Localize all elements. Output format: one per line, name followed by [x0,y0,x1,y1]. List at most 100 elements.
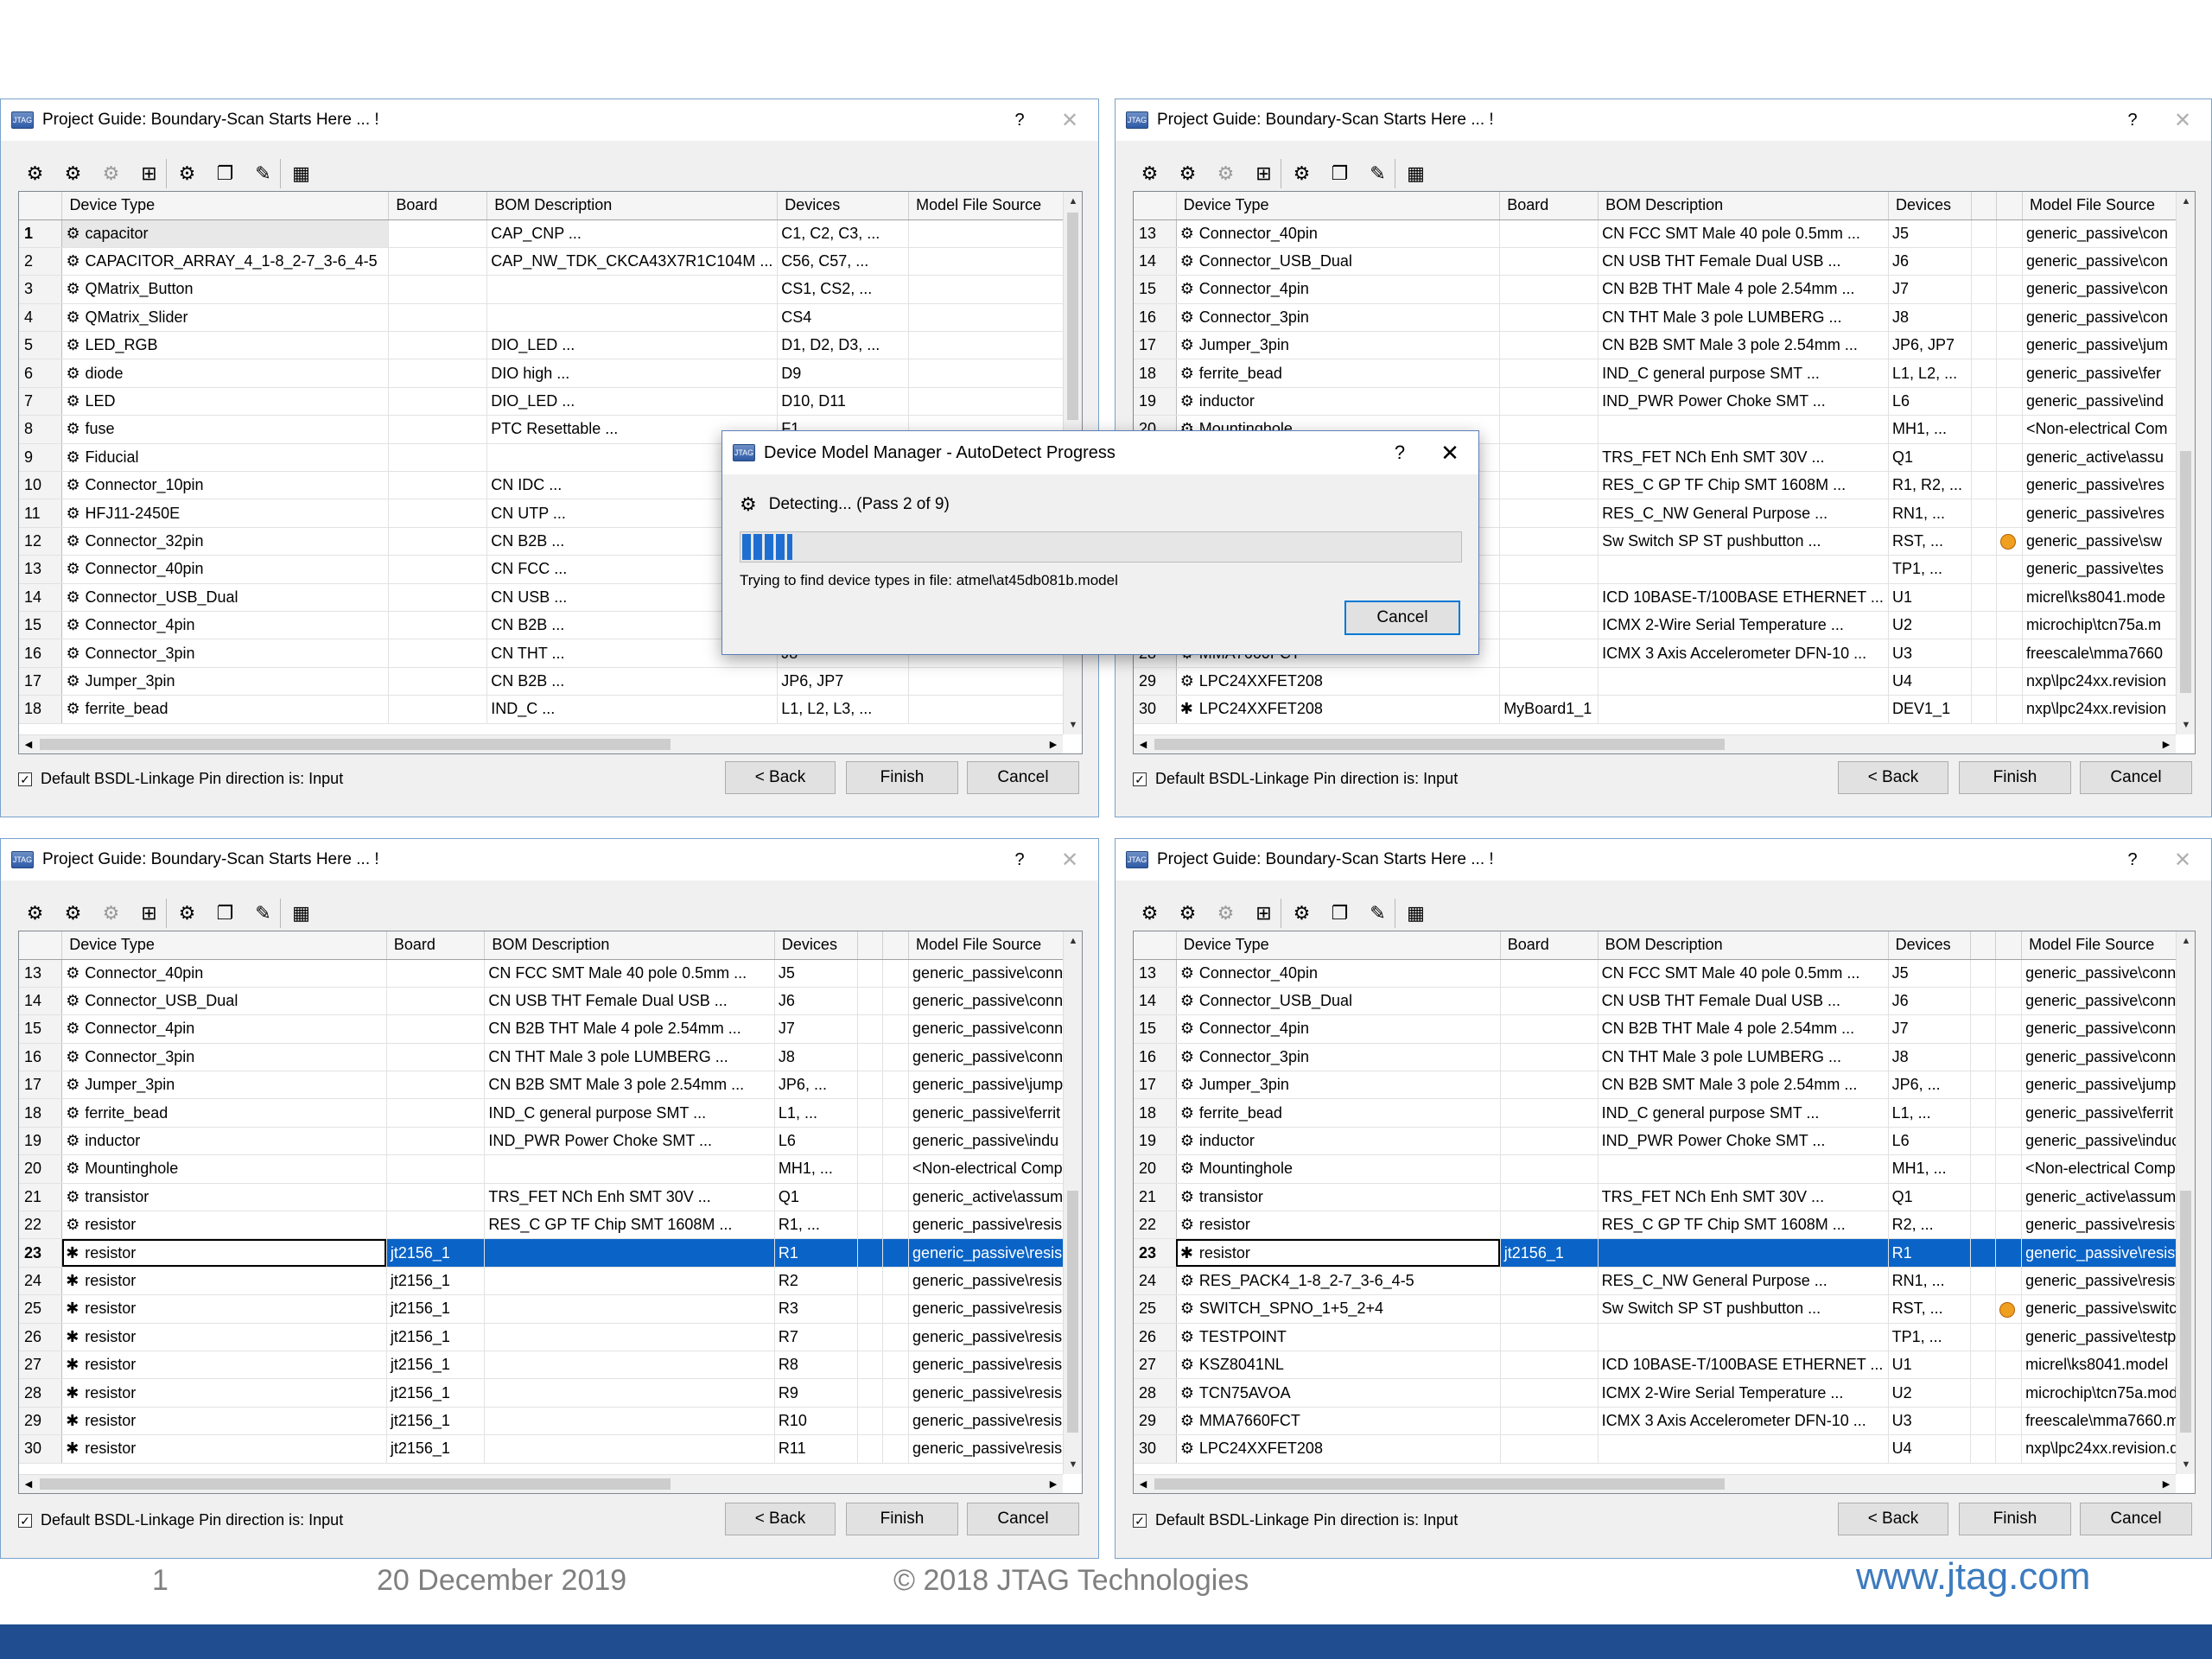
board-cell[interactable]: jt2156_1 [386,1407,486,1436]
device-type-cell[interactable]: ⚙ inductor [1176,387,1501,416]
devices-cell[interactable]: J8 [774,1043,858,1072]
model-cell[interactable]: microchip\tcn75a.mod [2021,1378,2195,1408]
table-row[interactable]: 30 ✱ resistor jt2156_1 R11 generic_passive\re… [19,1434,1082,1464]
col-device-type-header[interactable]: Device Type [61,931,387,960]
model-cell[interactable] [908,247,1082,276]
board-cell[interactable] [1500,1183,1599,1212]
board-cell[interactable]: jt2156_1 [386,1238,486,1268]
col-board-header[interactable]: Board [1499,192,1599,220]
table-row[interactable]: 30 ✱ LPC24XXFET208 MyBoard1_1 DEV1_1 nxp\lpc2… [1134,695,2195,724]
board-cell[interactable] [1499,639,1599,668]
table-row[interactable]: 20 ⚙ Mountinghole MH1, ... <Non-electrical C… [1134,1154,2195,1184]
device-type-cell[interactable]: ⚙ Connector_32pin [61,527,390,556]
bom-cell[interactable]: IND_C general purpose SMT ... [1598,359,1890,388]
scroll-thumb[interactable] [1067,1191,1078,1433]
devices-cell[interactable]: R11 [774,1434,858,1464]
bom-cell[interactable]: RES_C_NW General Purpose ... [1598,499,1890,528]
bom-cell[interactable]: IND_C general purpose SMT ... [1598,1098,1889,1128]
board-cell[interactable] [1500,1323,1599,1351]
bsdl-direction-checkbox[interactable]: ✓ Default BSDL-Linkage Pin direction is: … [1133,770,1458,788]
board-cell[interactable] [1499,583,1599,612]
board-cell[interactable] [1500,1014,1599,1044]
table-row[interactable]: 18 ⚙ ferrite_bead IND_C general purpose SMT… [19,1098,1082,1128]
copy-model-icon[interactable]: ❐ [1323,159,1357,188]
table-row[interactable]: 23 ✱ resistor jt2156_1 R1 generic_passive\res… [19,1238,1082,1268]
board-cell[interactable] [1499,387,1599,416]
table-row[interactable]: 2 ⚙ CAPACITOR_ARRAY_4_1-8_2-7_3-6_4-5 CAP_N… [19,247,1082,276]
bom-cell[interactable] [484,1238,775,1268]
dialog-help-button[interactable]: ? [1378,442,1421,464]
devices-cell[interactable]: CS1, CS2, ... [777,275,910,304]
devices-cell[interactable]: U2 [1888,1378,1971,1408]
devices-cell[interactable]: L6 [774,1127,858,1156]
bom-cell[interactable] [484,1294,775,1324]
device-type-cell[interactable]: ✱ resistor [61,1294,387,1324]
devices-cell[interactable]: JP6, ... [1888,1071,1971,1100]
model-cell[interactable]: generic_passive\induc [2021,1127,2195,1156]
bom-cell[interactable]: CN FCC SMT Male 40 pole 0.5mm ... [484,959,775,988]
model-cell[interactable] [908,275,1082,304]
device-type-cell[interactable]: ⚙ Connector_4pin [61,611,390,640]
device-type-cell[interactable]: ⚙KSZ8041NL [1176,1351,1501,1380]
close-button[interactable]: ✕ [2154,848,2211,873]
board-cell[interactable] [1499,415,1599,444]
device-type-cell[interactable]: ⚙resistor [1176,1211,1501,1240]
device-type-cell[interactable]: ⚙ LED [61,387,390,416]
bom-cell[interactable]: RES_C GP TF Chip SMT 1608M ... [484,1211,775,1240]
table-row[interactable]: 15 ⚙ Connector_4pin CN B2B THT Male 4 pole … [1134,1014,2195,1044]
model-cell[interactable]: generic_passive\resist [2021,1211,2195,1240]
device-type-cell[interactable]: ✱ resistor [61,1351,387,1380]
devices-cell[interactable]: R1 [1888,1238,1971,1268]
board-cell[interactable] [1499,219,1599,248]
table-row[interactable]: 16 ⚙ Connector_3pin CN THT Male 3 pole LUMB… [1134,303,2195,333]
device-type-cell[interactable]: ⚙ Jumper_3pin [61,667,390,696]
bom-cell[interactable]: ICMX 2-Wire Serial Temperature ... [1598,611,1890,640]
board-cell[interactable] [1500,1127,1599,1156]
bom-cell[interactable] [484,1407,775,1436]
device-type-cell[interactable]: ⚙ Connector_4pin [1176,1014,1501,1044]
devices-cell[interactable]: J6 [774,987,858,1016]
dialog-cancel-button[interactable]: Cancel [1344,601,1460,635]
model-cell[interactable]: generic_active\assu [2022,443,2195,473]
table-row[interactable]: 13 ⚙ Connector_40pin CN FCC SMT Male 40 pol… [1134,219,2195,248]
board-cell[interactable] [1499,499,1599,528]
board-cell[interactable] [1500,1043,1599,1072]
model-cell[interactable]: generic_passive\conn [908,987,1082,1016]
tree-icon[interactable]: ⊞ [132,899,167,928]
remove-device-icon[interactable]: ⚙ [94,899,129,928]
model-cell[interactable]: generic_passive\ferrit [2021,1098,2195,1128]
col-bom-header[interactable]: BOM Description [486,192,779,220]
bom-cell[interactable]: CAP_CNP ... [486,219,779,248]
device-type-cell[interactable]: ⚙ Connector_USB_Dual [61,583,390,612]
device-type-cell[interactable]: ⚙ fuse [61,415,390,444]
table-row[interactable]: 3 ⚙ QMatrix_Button CS1, CS2, ... [19,275,1082,304]
tree-icon[interactable]: ⊞ [132,159,167,188]
board-cell[interactable]: jt2156_1 [386,1323,486,1351]
bom-cell[interactable]: CN THT Male 3 pole LUMBERG ... [1598,1043,1889,1072]
model-cell[interactable]: micrel\ks8041.model [2021,1351,2195,1380]
table-row[interactable]: 16 ⚙ Connector_3pin CN THT Male 3 pole LUMB… [19,1043,1082,1072]
model-cell[interactable]: <Non-electrical Com [2022,415,2195,444]
model-cell[interactable]: generic_passive\resis [908,1211,1082,1240]
bom-cell[interactable]: RES_C GP TF Chip SMT 1608M ... [1598,471,1890,500]
col-header-blank[interactable] [1970,931,1997,960]
board-cell[interactable] [386,1014,486,1044]
board-cell[interactable] [1499,555,1599,584]
model-cell[interactable]: nxp\lpc24xx.revision [2022,695,2195,724]
bom-cell[interactable] [484,1267,775,1296]
help-button[interactable]: ? [998,111,1041,130]
checkbox-checked-icon[interactable]: ✓ [18,772,32,786]
devices-cell[interactable]: Q1 [1888,443,1972,473]
scroll-up-icon[interactable]: ▲ [2177,931,2195,950]
table-row[interactable]: 27 ✱ resistor jt2156_1 R8 generic_passive\res… [19,1351,1082,1380]
table-row[interactable]: 22⚙ resistor RES_C GP TF Chip SMT 1608M ..… [19,1211,1082,1240]
bom-cell[interactable]: IND_PWR Power Choke SMT ... [484,1127,775,1156]
device-type-cell[interactable]: ⚙ Connector_40pin [1176,959,1501,988]
model-cell[interactable]: generic_passive\jum [2022,331,2195,360]
board-cell[interactable] [1500,1407,1599,1436]
bom-cell[interactable] [1598,1323,1889,1351]
bom-cell[interactable]: CAP_NW_TDK_CKCA43X7R1C104M ... [486,247,779,276]
table-row[interactable]: 21⚙transistor TRS_FET NCh Enh SMT 30V ...… [1134,1183,2195,1212]
bom-cell[interactable]: CN B2B SMT Male 3 pole 2.54mm ... [1598,1071,1889,1100]
table-row[interactable]: 18 ⚙ ferrite_bead IND_C general purpose SMT… [1134,359,2195,388]
